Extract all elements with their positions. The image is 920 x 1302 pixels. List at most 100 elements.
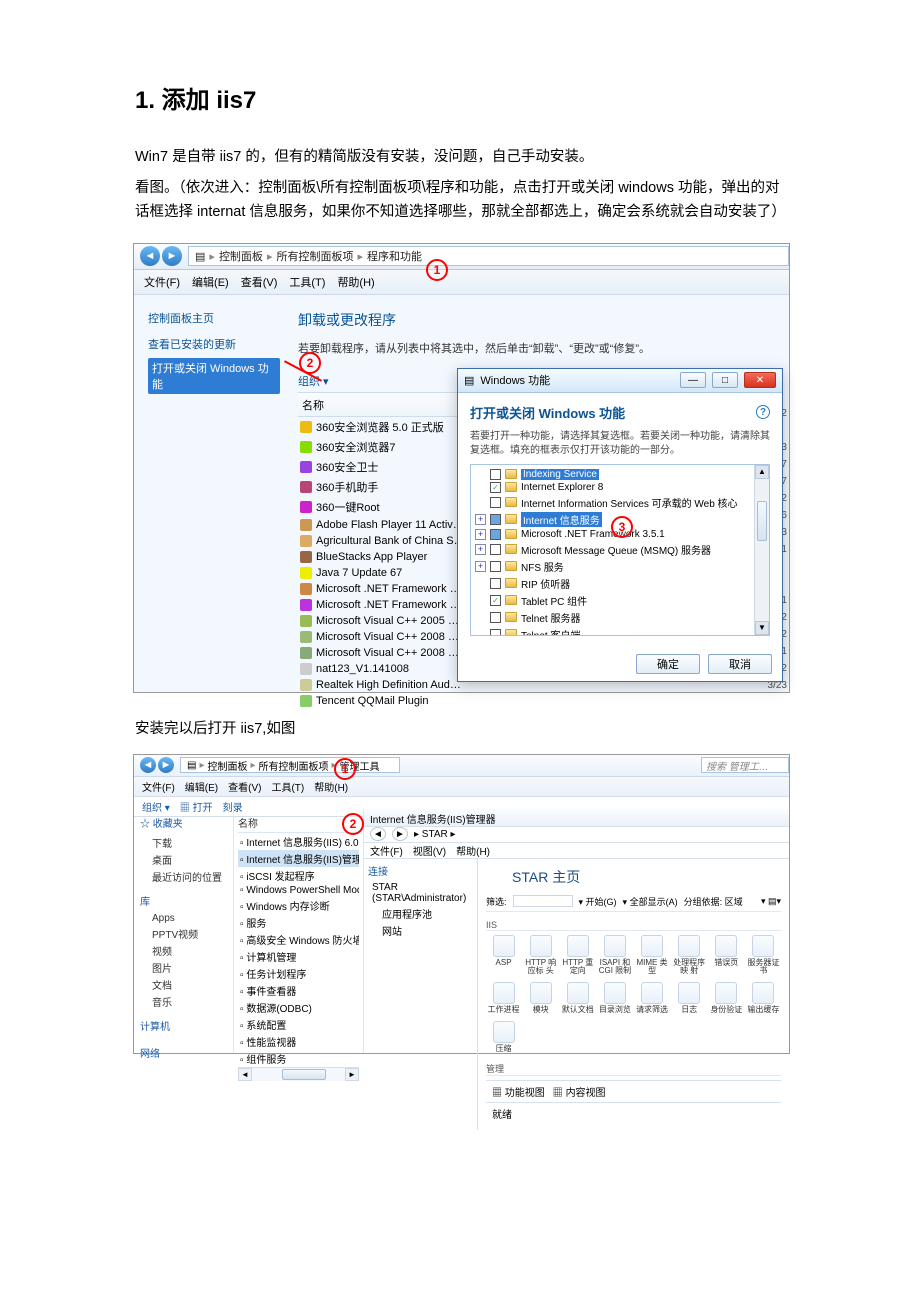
maximize-button[interactable]: □ — [712, 372, 738, 388]
nav-item[interactable]: 桌面 — [140, 851, 227, 868]
nav-item[interactable]: 视频 — [140, 942, 227, 959]
feature-tree-row[interactable]: Indexing Service — [475, 468, 765, 481]
libraries-header[interactable]: 库 — [140, 893, 227, 908]
nav-forward-button[interactable]: ► — [392, 827, 408, 841]
iis-feature-icon[interactable]: 压缩 — [486, 1021, 521, 1054]
favorites-header[interactable]: ☆ 收藏夹 — [140, 815, 227, 830]
iis-address[interactable]: ▸ STAR ▸ — [414, 829, 456, 840]
iis-feature-icon[interactable]: 请求筛选 — [635, 982, 670, 1015]
tree-apppools-node[interactable]: 应用程序池 — [368, 905, 473, 922]
iis-feature-icon[interactable]: 输出缓存 — [746, 982, 781, 1015]
feature-checkbox[interactable] — [490, 529, 501, 540]
admin-tool-item[interactable]: ▫ Internet 信息服务(IIS)管理器 — [238, 850, 359, 867]
program-list-item[interactable]: Tencent QQMail Plugin — [298, 693, 779, 709]
menu-help[interactable]: 帮助(H) — [337, 274, 374, 290]
iis-feature-icon[interactable]: ASP — [486, 935, 521, 977]
crumb-item[interactable]: 所有控制面板项 — [259, 758, 329, 773]
horizontal-scrollbar[interactable]: ◄► — [238, 1067, 359, 1081]
feature-checkbox[interactable] — [490, 514, 501, 525]
menu-file[interactable]: 文件(F) — [144, 274, 180, 290]
expand-toggle[interactable]: + — [475, 544, 486, 555]
crumb-item[interactable]: 控制面板 — [219, 248, 263, 264]
features-view-tab[interactable]: 功能视图 — [505, 1088, 545, 1099]
feature-checkbox[interactable] — [490, 561, 501, 572]
features-tree[interactable]: Indexing ServiceInternet Explorer 8Inter… — [470, 464, 770, 636]
iis-feature-icon[interactable]: 处理程序映 射 — [672, 935, 707, 977]
feature-checkbox[interactable] — [490, 595, 501, 606]
feature-tree-row[interactable]: Internet Explorer 8 — [475, 481, 765, 494]
sidebar-toggle-windows-features-link[interactable]: 打开或关闭 Windows 功能 — [148, 358, 280, 394]
content-view-tab[interactable]: 内容视图 — [566, 1088, 606, 1099]
admin-tool-item[interactable]: ▫ 性能监视器 — [238, 1033, 359, 1050]
nav-item[interactable]: 文档 — [140, 976, 227, 993]
nav-item[interactable]: Apps — [140, 912, 227, 925]
breadcrumb[interactable]: ▤ ▸ 控制面板 ▸ 所有控制面板项 ▸ 程序和功能 — [188, 246, 789, 266]
menu-view[interactable]: 视图(V) — [413, 843, 446, 858]
sidebar-home-link[interactable]: 控制面板主页 — [148, 310, 280, 326]
feature-checkbox[interactable] — [490, 578, 501, 589]
iis-feature-icon[interactable]: 服务器证书 — [746, 935, 781, 977]
admin-tool-item[interactable]: ▫ 数据源(ODBC) — [238, 999, 359, 1016]
crumb-item[interactable]: 控制面板 — [207, 758, 247, 773]
admin-tool-item[interactable]: ▫ 系统配置 — [238, 1016, 359, 1033]
nav-back-button[interactable]: ◄ — [140, 246, 160, 266]
feature-checkbox[interactable] — [490, 629, 501, 636]
scroll-down-button[interactable]: ▼ — [755, 621, 769, 635]
iis-feature-icon[interactable]: 身份验证 — [709, 982, 744, 1015]
iis-feature-icon[interactable]: 错误页 — [709, 935, 744, 977]
nav-item[interactable]: 音乐 — [140, 993, 227, 1010]
scroll-thumb[interactable] — [757, 501, 767, 541]
scroll-up-button[interactable]: ▲ — [755, 465, 769, 479]
tree-server-node[interactable]: STAR (STAR\Administrator) — [368, 881, 473, 905]
iis-feature-icon[interactable]: 工作进程 — [486, 982, 521, 1015]
close-button[interactable]: ✕ — [744, 372, 776, 388]
feature-checkbox[interactable] — [490, 497, 501, 508]
iis-feature-icon[interactable]: HTTP 重定向 — [560, 935, 595, 977]
admin-tool-item[interactable]: ▫ 服务 — [238, 914, 359, 931]
iis-feature-icon[interactable]: HTTP 响应标 头 — [523, 935, 558, 977]
nav-item[interactable]: 最近访问的位置 — [140, 868, 227, 885]
nav-item[interactable]: 下载 — [140, 834, 227, 851]
admin-tool-item[interactable]: ▫ 计算机管理 — [238, 948, 359, 965]
filter-group-by[interactable]: 分组依据: 区域 — [684, 895, 743, 908]
menu-file[interactable]: 文件(F) — [370, 843, 403, 858]
admin-tool-item[interactable]: ▫ Internet 信息服务(IIS) 6.0 管理器 — [238, 833, 359, 850]
feature-tree-row[interactable]: Tablet PC 组件 — [475, 592, 765, 609]
sidebar-view-updates-link[interactable]: 查看已安装的更新 — [148, 336, 280, 352]
menu-help[interactable]: 帮助(H) — [314, 779, 348, 794]
feature-checkbox[interactable] — [490, 482, 501, 493]
feature-tree-row[interactable]: Telnet 客户端 — [475, 626, 765, 636]
iis-feature-icon[interactable]: 目录浏览 — [597, 982, 632, 1015]
menu-view[interactable]: 查看(V) — [228, 779, 261, 794]
features-scrollbar[interactable]: ▲ ▼ — [754, 465, 769, 635]
iis-feature-icon[interactable]: MIME 类型 — [635, 935, 670, 977]
feature-checkbox[interactable] — [490, 469, 501, 480]
ok-button[interactable]: 确定 — [636, 654, 700, 674]
expand-toggle[interactable]: + — [475, 529, 486, 540]
crumb-item[interactable]: 所有控制面板项 — [276, 248, 353, 264]
feature-tree-row[interactable]: RIP 侦听器 — [475, 575, 765, 592]
network-item[interactable]: 网络 — [140, 1045, 227, 1060]
crumb-item[interactable]: 程序和功能 — [367, 248, 422, 264]
expand-toggle[interactable]: + — [475, 561, 486, 572]
nav-forward-button[interactable]: ► — [158, 757, 174, 773]
search-input[interactable]: 搜索 管理工… — [701, 757, 789, 773]
iis-feature-icon[interactable]: ISAPI 和 CGI 限制 — [597, 935, 632, 977]
tree-sites-node[interactable]: 网站 — [368, 922, 473, 939]
feature-tree-row[interactable]: +NFS 服务 — [475, 558, 765, 575]
menu-tools[interactable]: 工具(T) — [289, 274, 325, 290]
minimize-button[interactable]: — — [680, 372, 706, 388]
admin-tool-item[interactable]: ▫ 高级安全 Windows 防火墙 — [238, 931, 359, 948]
filter-go[interactable]: 开始(G) — [586, 897, 617, 907]
admin-tool-item[interactable]: ▫ Windows 内存诊断 — [238, 897, 359, 914]
nav-item[interactable]: PPTV视频 — [140, 925, 227, 942]
feature-tree-row[interactable]: Internet Information Services 可承载的 Web 核… — [475, 494, 765, 511]
nav-item[interactable]: 图片 — [140, 959, 227, 976]
computer-item[interactable]: 计算机 — [140, 1018, 227, 1033]
admin-tool-item[interactable]: ▫ 事件查看器 — [238, 982, 359, 999]
menu-edit[interactable]: 编辑(E) — [192, 274, 229, 290]
menu-tools[interactable]: 工具(T) — [271, 779, 304, 794]
filter-input[interactable] — [513, 895, 573, 907]
admin-tool-item[interactable]: ▫ 任务计划程序 — [238, 965, 359, 982]
nav-back-button[interactable]: ◄ — [370, 827, 386, 841]
